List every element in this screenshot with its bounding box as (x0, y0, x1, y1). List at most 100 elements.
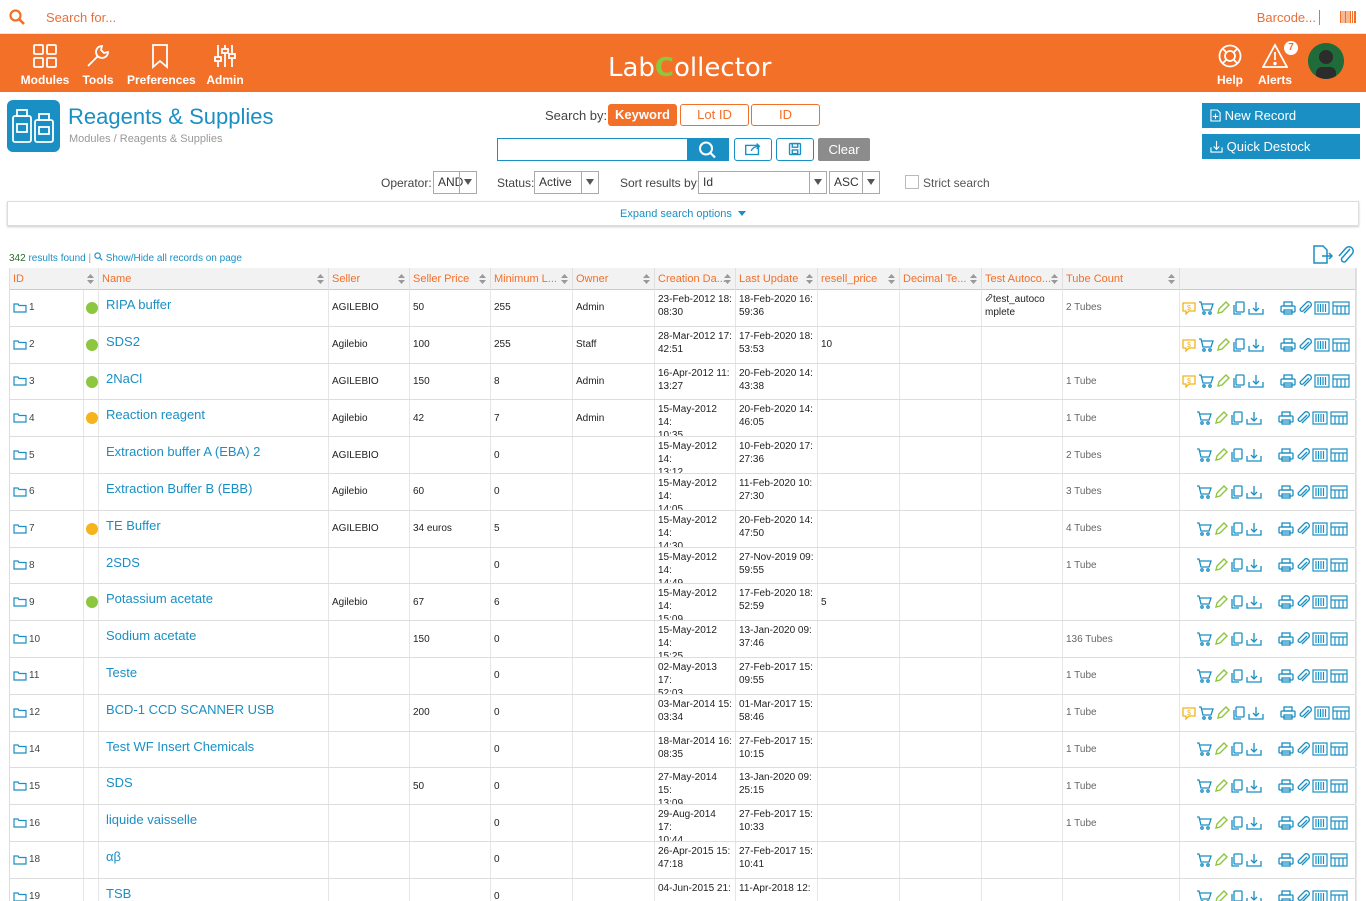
copy-icon[interactable] (1230, 816, 1244, 830)
expand-search-options[interactable]: Expand search options (7, 201, 1359, 226)
pencil-icon[interactable] (1216, 374, 1230, 388)
paperclip-icon[interactable] (1296, 595, 1310, 609)
table-row[interactable]: 3 2NaCl AGILEBIO 150 8 Admin 16-Apr-2012 11: 1… (10, 363, 1357, 401)
record-name-link[interactable]: αβ (106, 849, 121, 864)
table-row[interactable]: 15 SDS 50 0 27-May-2014 15: 13:09 13-Jan-2020… (10, 768, 1357, 806)
folder-icon[interactable] (13, 450, 27, 460)
destock-icon[interactable] (1246, 816, 1262, 830)
record-name-link[interactable]: RIPA buffer (106, 297, 171, 312)
pencil-icon[interactable] (1214, 521, 1228, 536)
paperclip-icon[interactable] (1338, 246, 1354, 263)
barcode-icon[interactable] (1314, 374, 1330, 389)
destock-icon[interactable] (1246, 890, 1262, 901)
folder-icon[interactable] (13, 524, 27, 534)
table-row[interactable]: 4 Reaction reagent Agilebio 42 7 Admin 15-May-… (10, 400, 1357, 438)
cart-icon[interactable] (1196, 816, 1212, 830)
copy-icon[interactable] (1230, 632, 1244, 646)
barcode-icon[interactable] (1314, 338, 1330, 352)
barcode-input[interactable]: Barcode... (1257, 10, 1320, 25)
table-row[interactable]: 19 TSB 0 04-Jun-2015 21: 11-Apr-2018 12: (10, 878, 1357, 901)
record-name-link[interactable]: 2NaCl (106, 371, 142, 386)
print-icon[interactable] (1278, 742, 1294, 757)
cart-icon[interactable] (1196, 558, 1212, 573)
record-name-link[interactable]: TE Buffer (106, 518, 161, 533)
barcode-icon[interactable] (1312, 448, 1328, 462)
table-row[interactable]: 14 Test WF Insert Chemicals 0 18-Mar-2014 1… (10, 731, 1357, 769)
storage-box-icon[interactable] (1330, 448, 1348, 462)
folder-icon[interactable] (13, 634, 27, 644)
destock-icon[interactable] (1246, 853, 1262, 867)
cart-icon[interactable] (1196, 632, 1212, 646)
storage-box-icon[interactable] (1330, 853, 1348, 867)
sort-arrows-icon[interactable] (1168, 274, 1175, 284)
print-icon[interactable] (1278, 853, 1294, 867)
destock-icon[interactable] (1246, 522, 1262, 536)
paperclip-icon[interactable] (1296, 889, 1310, 901)
nav-alerts[interactable]: Alerts 7 (1256, 34, 1298, 92)
folder-icon[interactable] (13, 818, 27, 828)
pencil-icon[interactable] (1214, 448, 1228, 462)
pencil-icon[interactable] (1216, 337, 1230, 352)
sort-arrows-icon[interactable] (970, 274, 977, 284)
cart-icon[interactable] (1198, 301, 1214, 315)
pencil-icon[interactable] (1216, 705, 1230, 720)
folder-icon[interactable] (13, 855, 27, 865)
pencil-icon[interactable] (1214, 411, 1228, 425)
show-hide-all-link[interactable]: Show/Hide all records on page (106, 253, 242, 264)
copy-icon[interactable] (1232, 338, 1246, 352)
copy-icon[interactable] (1232, 706, 1246, 720)
sort-arrows-icon[interactable] (87, 274, 94, 284)
storage-box-icon[interactable] (1332, 338, 1350, 352)
search-mode-lot-id[interactable]: Lot ID (680, 104, 749, 126)
column-header-seller[interactable]: Seller (329, 268, 410, 290)
table-row[interactable]: 6 Extraction Buffer B (EBB) Agilebio 60 0 15-… (10, 473, 1357, 511)
paperclip-icon[interactable] (1296, 779, 1310, 793)
paperclip-icon[interactable] (1298, 337, 1312, 352)
destock-icon[interactable] (1248, 338, 1264, 352)
folder-icon[interactable] (13, 708, 27, 718)
print-icon[interactable] (1278, 595, 1294, 609)
sort-arrows-icon[interactable] (317, 274, 324, 284)
barcode-icon[interactable] (1312, 669, 1328, 683)
folder-icon[interactable] (13, 597, 27, 607)
record-name-link[interactable]: liquide vaisselle (106, 812, 197, 827)
barcode-icon[interactable] (1312, 742, 1328, 757)
folder-icon[interactable] (13, 340, 27, 350)
column-header-created[interactable]: Creation Da... (655, 268, 736, 290)
column-header-owner[interactable]: Owner (573, 268, 655, 290)
copy-icon[interactable] (1230, 595, 1244, 609)
table-row[interactable]: 18 αβ 0 26-Apr-2015 15: 47:18 27-Feb-2017 15… (10, 841, 1357, 879)
pencil-icon[interactable] (1214, 816, 1228, 830)
record-name-link[interactable]: 2SDS (106, 555, 140, 570)
table-row[interactable]: 5 Extraction buffer A (EBA) 2 AGILEBIO 0 15-… (10, 437, 1357, 474)
copy-icon[interactable] (1230, 448, 1244, 462)
copy-icon[interactable] (1230, 411, 1244, 425)
folder-icon[interactable] (13, 376, 27, 387)
cart-icon[interactable] (1198, 706, 1214, 720)
table-row[interactable]: 16 liquide vaisselle 0 29-Aug-2014 17: 10:4… (10, 805, 1357, 842)
resell-alert-icon[interactable]: $ (1182, 374, 1196, 389)
copy-icon[interactable] (1232, 374, 1246, 389)
paperclip-icon[interactable] (1296, 411, 1310, 425)
storage-box-icon[interactable] (1330, 485, 1348, 499)
strict-search-checkbox[interactable] (905, 175, 919, 189)
paperclip-icon[interactable] (1296, 632, 1310, 646)
cart-icon[interactable] (1198, 374, 1214, 389)
paperclip-icon[interactable] (1296, 484, 1310, 499)
user-avatar[interactable] (1308, 43, 1344, 79)
copy-icon[interactable] (1230, 779, 1244, 793)
barcode-icon[interactable] (1312, 522, 1328, 536)
cart-icon[interactable] (1196, 742, 1212, 757)
destock-icon[interactable] (1246, 742, 1262, 757)
destock-icon[interactable] (1246, 448, 1262, 462)
cart-icon[interactable] (1196, 522, 1212, 536)
barcode-icon[interactable] (1312, 595, 1328, 609)
search-icon[interactable] (9, 9, 25, 25)
storage-box-icon[interactable] (1330, 558, 1348, 573)
barcode-icon[interactable] (1312, 890, 1328, 901)
search-mode-id[interactable]: ID (751, 104, 820, 126)
record-name-link[interactable]: Extraction Buffer B (EBB) (106, 481, 252, 496)
record-name-link[interactable]: Sodium acetate (106, 628, 196, 643)
storage-box-icon[interactable] (1330, 595, 1348, 609)
folder-icon[interactable] (13, 560, 27, 571)
